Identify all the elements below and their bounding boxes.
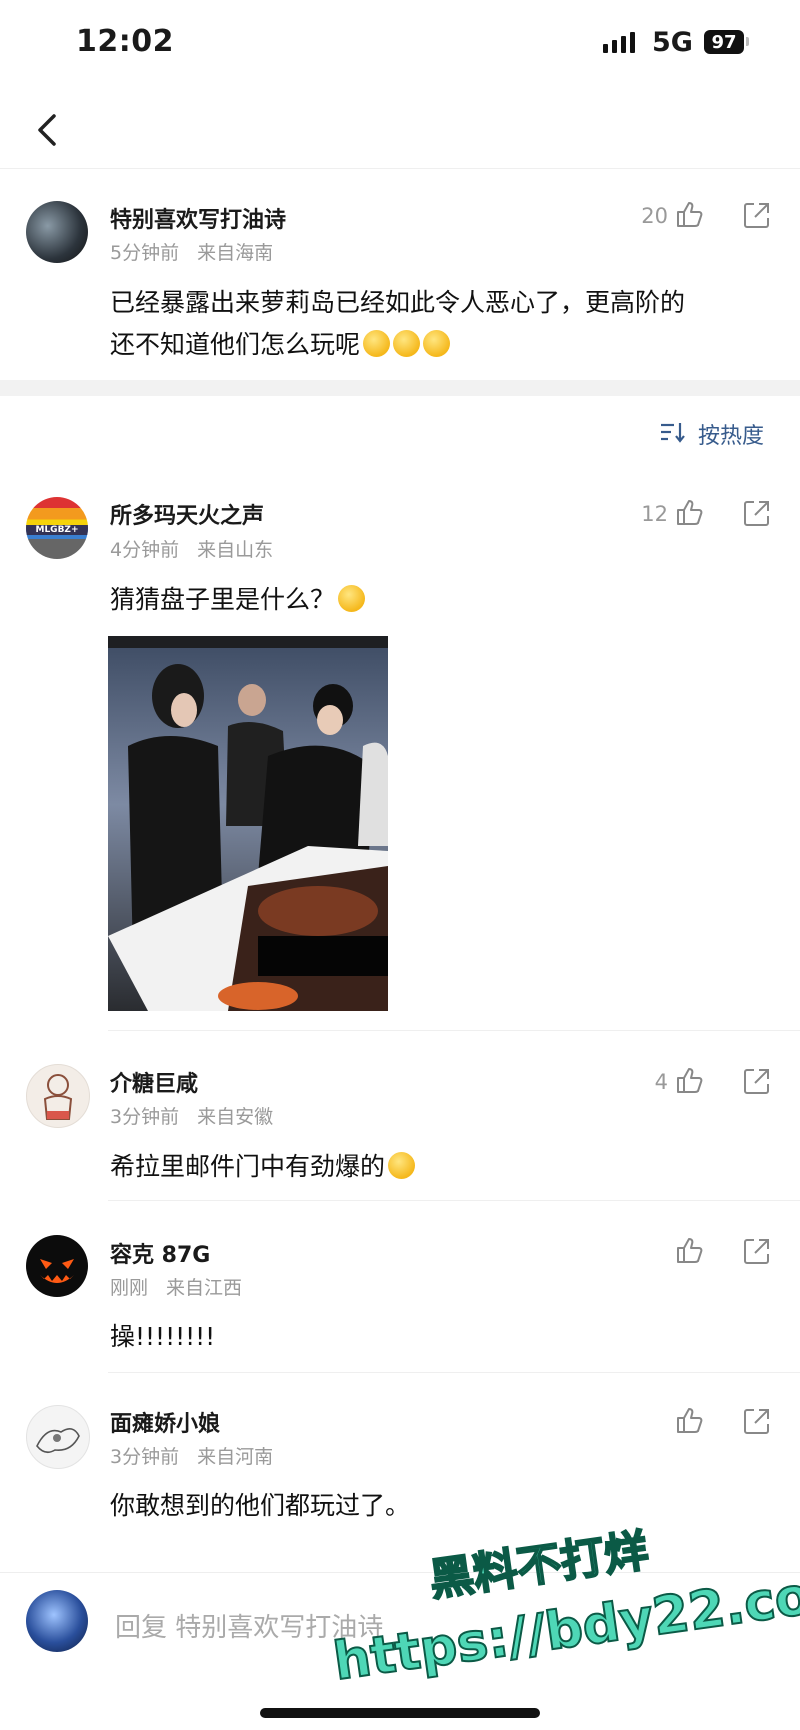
share-icon[interactable]	[742, 1236, 772, 1266]
comment-divider	[108, 1372, 800, 1373]
like-icon[interactable]	[675, 1065, 705, 1095]
comment-location: 来自江西	[166, 1277, 243, 1299]
share-icon[interactable]	[742, 1066, 772, 1096]
like-icon[interactable]	[675, 1405, 705, 1435]
comment-time: 刚刚	[110, 1277, 149, 1299]
smirk-emoji	[393, 330, 421, 357]
like-count: 4	[654, 1070, 668, 1094]
sort-icon[interactable]	[660, 420, 686, 444]
comment-location: 来自安徽	[197, 1106, 274, 1128]
sketch-icon	[36, 1428, 80, 1454]
comment-time: 3分钟前	[110, 1106, 180, 1128]
avatar[interactable]	[26, 1405, 90, 1469]
status-time: 12:02	[76, 24, 174, 59]
like-icon[interactable]	[675, 199, 705, 229]
share-icon[interactable]	[742, 498, 772, 528]
home-indicator	[260, 1708, 540, 1718]
comment-meta: 4分钟前 来自山东	[110, 535, 273, 562]
my-avatar[interactable]	[26, 1590, 88, 1652]
avatar[interactable]	[26, 1064, 90, 1128]
comment-text: 操!!!!!!!!	[110, 1322, 216, 1351]
like-icon[interactable]	[675, 1235, 705, 1265]
comment-text-line: 猜猜盘子里是什么？	[110, 585, 336, 614]
username[interactable]: 容克 87G	[110, 1237, 210, 1269]
comment-text: 猜猜盘子里是什么？	[110, 578, 366, 622]
comment-divider	[108, 1200, 800, 1201]
comment-time: 3分钟前	[110, 1446, 180, 1468]
comment-meta: 3分钟前 来自安徽	[110, 1102, 273, 1129]
avatar-badge: MLGBZ+	[26, 525, 88, 535]
share-icon[interactable]	[742, 1406, 772, 1436]
avatar[interactable]: MLGBZ+	[26, 497, 88, 559]
comment-location: 来自河南	[197, 1446, 274, 1468]
comment-text: 希拉里邮件门中有劲爆的	[110, 1145, 416, 1189]
like-count: 20	[641, 204, 668, 228]
avatar[interactable]	[26, 201, 88, 263]
comment-divider	[108, 1030, 800, 1031]
comment-location: 来自山东	[197, 539, 274, 561]
share-icon[interactable]	[742, 200, 772, 230]
comment-image[interactable]	[108, 636, 388, 1011]
comment-meta: 刚刚 来自江西	[110, 1273, 242, 1300]
smirk-emoji	[423, 330, 451, 357]
comment-text: 还不知道他们怎么玩呢	[110, 323, 451, 367]
network-label: 5G	[652, 27, 693, 58]
like-count: 12	[641, 502, 668, 526]
section-divider	[0, 380, 800, 396]
like-icon[interactable]	[675, 497, 705, 527]
username[interactable]: 所多玛天火之声	[110, 498, 264, 530]
comment-text: 已经暴露出来萝莉岛已经如此令人恶心了，更高阶的	[110, 288, 686, 317]
battery-tip	[746, 37, 749, 46]
comment-text-line: 还不知道他们怎么玩呢	[110, 330, 361, 359]
comment-text: 你敢想到的他们都玩过了。	[110, 1491, 411, 1520]
comment-text-line: 希拉里邮件门中有劲爆的	[110, 1152, 386, 1181]
comment-meta: 5分钟前 来自海南	[110, 238, 273, 265]
doge-emoji	[388, 1152, 416, 1179]
username[interactable]: 面瘫娇小娘	[110, 1406, 220, 1438]
signal-icon	[603, 32, 635, 53]
sort-button[interactable]: 按热度	[698, 418, 764, 450]
comment-time: 5分钟前	[110, 242, 180, 264]
comment-time: 4分钟前	[110, 539, 180, 561]
avatar[interactable]	[26, 1235, 88, 1297]
comment-meta: 3分钟前 来自河南	[110, 1442, 273, 1469]
cartoon-figure-icon	[43, 1074, 73, 1120]
smirk-emoji	[363, 330, 391, 357]
back-icon[interactable]	[28, 110, 68, 150]
pumpkin-icon	[40, 1259, 74, 1283]
thinking-emoji	[338, 585, 366, 612]
username[interactable]: 介糖巨咸	[110, 1066, 198, 1098]
username[interactable]: 特别喜欢写打油诗	[110, 202, 286, 234]
comment-location: 来自海南	[197, 242, 274, 264]
battery-icon: 97	[704, 30, 744, 54]
header-divider	[0, 168, 800, 169]
